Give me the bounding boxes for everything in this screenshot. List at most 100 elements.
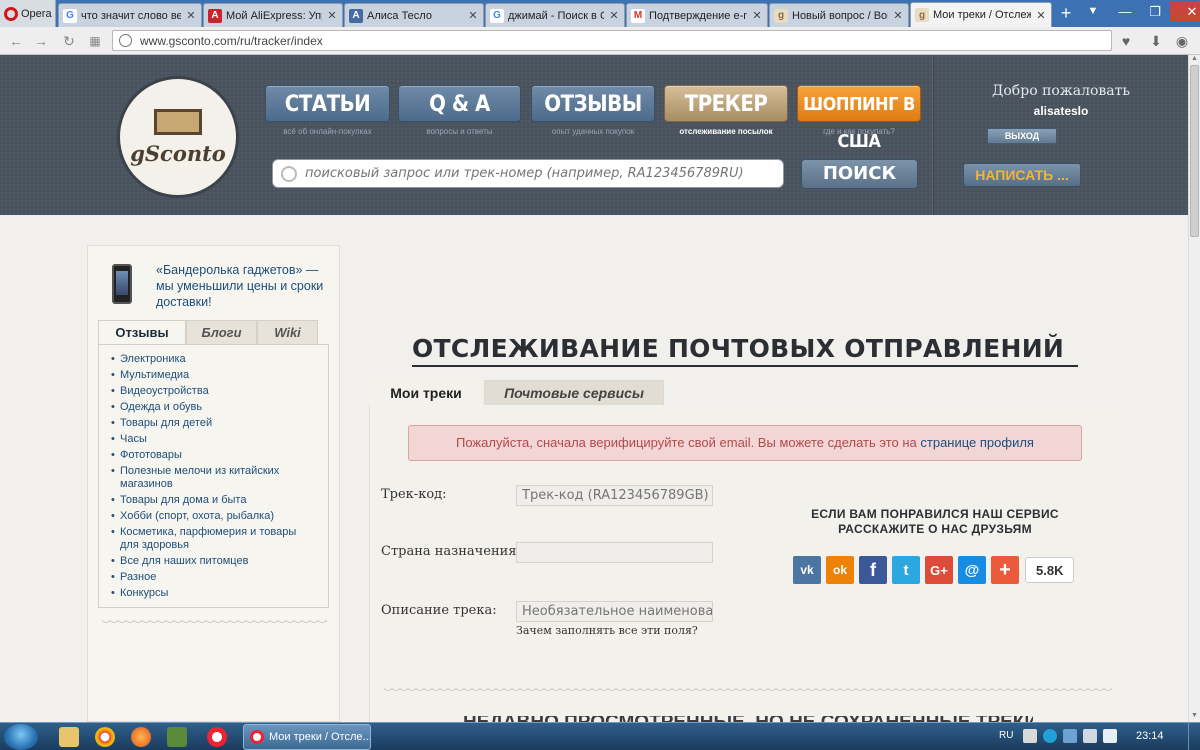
- language-indicator[interactable]: RU: [999, 730, 1013, 741]
- twitter-icon[interactable]: t: [892, 556, 920, 584]
- close-tab-icon[interactable]: ✕: [1035, 9, 1047, 22]
- close-tab-icon[interactable]: ✕: [185, 9, 197, 22]
- category-item[interactable]: Мультимедиа: [111, 369, 316, 382]
- category-item[interactable]: Хобби (спорт, охота, рыбалка): [111, 510, 316, 523]
- category-item[interactable]: Конкурсы: [111, 587, 316, 600]
- google-favicon-icon: G: [490, 8, 504, 23]
- vk-icon[interactable]: vk: [793, 556, 821, 584]
- moimir-icon[interactable]: @: [958, 556, 986, 584]
- show-desktop-button[interactable]: [1188, 723, 1200, 750]
- opera-taskbar-icon[interactable]: [207, 727, 227, 747]
- google-plus-icon[interactable]: G+: [925, 556, 953, 584]
- category-item[interactable]: Фототовары: [111, 449, 316, 462]
- browser-tab[interactable]: g Новый вопрос / Воп ✕: [769, 3, 909, 27]
- tab-blogs[interactable]: Блоги: [186, 320, 257, 344]
- track-description-input[interactable]: [516, 601, 713, 622]
- track-code-input[interactable]: [516, 485, 713, 506]
- tab-postal-services[interactable]: Почтовые сервисы: [484, 380, 664, 405]
- category-item[interactable]: Товары для дома и быта: [111, 494, 316, 507]
- gsconto-logo[interactable]: gSconto: [120, 79, 236, 195]
- destination-country-select[interactable]: [516, 542, 713, 563]
- close-tab-icon[interactable]: ✕: [751, 9, 763, 22]
- category-item[interactable]: Разное: [111, 571, 316, 584]
- category-item[interactable]: Косметика, парфюмерия и товары для здоро…: [111, 526, 316, 552]
- profile-page-link[interactable]: странице профиля: [920, 435, 1034, 450]
- skype-tray-icon[interactable]: [1043, 729, 1057, 743]
- tray-app-icon[interactable]: [1023, 729, 1037, 743]
- nav-tracker-subtitle: отслеживание посылок: [679, 127, 773, 136]
- destination-country-label: Страна назначения:: [381, 544, 521, 559]
- browser-tab-active[interactable]: g Мои треки / Отслеж ✕: [910, 2, 1052, 27]
- promo-link[interactable]: «Бандеролька гаджетов» — мы уменьшили це…: [156, 262, 336, 310]
- nav-qa-button[interactable]: Q & A: [398, 85, 521, 122]
- scroll-up-icon[interactable]: ▲: [1189, 55, 1200, 65]
- nav-articles-button[interactable]: СТАТЬИ: [265, 85, 390, 122]
- username[interactable]: alisateslo: [934, 104, 1188, 118]
- reload-icon[interactable]: ↻: [61, 33, 77, 49]
- opera-menu-button[interactable]: Opera: [0, 0, 56, 27]
- speed-dial-grid-icon[interactable]: ▦: [87, 33, 103, 49]
- nav-reviews-button[interactable]: ОТЗЫВЫ: [531, 85, 655, 122]
- site-search-input[interactable]: [305, 166, 775, 181]
- scroll-down-icon[interactable]: ▼: [1189, 712, 1200, 722]
- browser-tab[interactable]: A Алиса Тесло ✕: [344, 3, 484, 27]
- share-more-icon[interactable]: +: [991, 556, 1019, 584]
- close-tab-icon[interactable]: ✕: [326, 9, 338, 22]
- forward-arrow-icon[interactable]: →: [33, 33, 49, 49]
- category-item[interactable]: Видеоустройства: [111, 385, 316, 398]
- vk-favicon-icon: A: [349, 8, 363, 23]
- extensions-icon[interactable]: ◉: [1173, 32, 1191, 50]
- browser-tab[interactable]: G что значит слово вер ✕: [58, 3, 202, 27]
- scrollbar-thumb[interactable]: [1190, 65, 1199, 237]
- nav-tracker-button[interactable]: ТРЕКЕР: [664, 85, 788, 122]
- page-scrollbar[interactable]: ▲ ▼: [1188, 55, 1200, 722]
- nav-usa-shopping-button[interactable]: ШОППИНГ В США: [797, 85, 921, 152]
- category-item[interactable]: Все для наших питомцев: [111, 555, 316, 568]
- category-item[interactable]: Электроника: [111, 353, 316, 366]
- media-player-icon[interactable]: [167, 727, 187, 747]
- logout-button[interactable]: ВЫХОД: [987, 128, 1057, 144]
- search-button[interactable]: ПОИСК: [801, 159, 918, 189]
- close-tab-icon[interactable]: ✕: [892, 9, 904, 22]
- url-field[interactable]: www.gsconto.com/ru/tracker/index: [112, 30, 1112, 51]
- maximize-icon[interactable]: ❐: [1140, 2, 1170, 22]
- nav-reviews-subtitle: опыт удачных покупок: [551, 127, 635, 136]
- smartphone-icon[interactable]: [112, 264, 132, 304]
- firefox-icon[interactable]: [131, 727, 151, 747]
- track-code-label: Трек-код:: [381, 487, 447, 502]
- why-fill-fields-link[interactable]: Зачем заполнять все эти поля?: [516, 624, 698, 637]
- write-button[interactable]: НАПИСАТЬ ...: [963, 163, 1081, 187]
- opera-logo-icon: [4, 6, 18, 21]
- category-item[interactable]: Полезные мелочи из китайских магазинов: [111, 465, 316, 491]
- close-tab-icon[interactable]: ✕: [467, 9, 479, 22]
- browser-tab[interactable]: M Подтверждение e-m ✕: [626, 3, 768, 27]
- browser-tab[interactable]: A Мой AliExpress: Управ ✕: [203, 3, 343, 27]
- chrome-icon[interactable]: [95, 727, 115, 747]
- close-tab-icon[interactable]: ✕: [608, 9, 620, 22]
- odnoklassniki-icon[interactable]: ok: [826, 556, 854, 584]
- new-tab-icon[interactable]: +: [1057, 4, 1075, 22]
- tab-my-tracks[interactable]: Мои треки: [369, 380, 483, 405]
- taskbar-opera-window[interactable]: Мои треки / Отсле...: [243, 724, 371, 750]
- tab-reviews[interactable]: Отзывы: [98, 320, 186, 344]
- tray-flag-icon[interactable]: [1063, 729, 1077, 743]
- search-icon: [281, 165, 297, 182]
- category-item[interactable]: Одежда и обувь: [111, 401, 316, 414]
- back-arrow-icon[interactable]: ←: [8, 33, 24, 49]
- category-item[interactable]: Товары для детей: [111, 417, 316, 430]
- download-icon[interactable]: ⬇: [1147, 32, 1165, 50]
- browser-tab[interactable]: G джимай - Поиск в G ✕: [485, 3, 625, 27]
- close-window-icon[interactable]: ✕: [1170, 2, 1200, 22]
- clock[interactable]: 23:14: [1136, 730, 1164, 742]
- network-icon[interactable]: [1083, 729, 1097, 743]
- file-explorer-icon[interactable]: [59, 727, 79, 747]
- tab-wiki[interactable]: Wiki: [257, 320, 318, 344]
- category-item[interactable]: Часы: [111, 433, 316, 446]
- windows-start-icon[interactable]: [4, 724, 38, 750]
- bookmark-heart-icon[interactable]: ♥: [1117, 32, 1135, 50]
- minimize-icon[interactable]: —: [1110, 2, 1140, 22]
- tab-menu-chevron-icon[interactable]: ▼: [1084, 5, 1102, 21]
- volume-icon[interactable]: [1103, 729, 1117, 743]
- gsconto-favicon-icon: g: [915, 8, 929, 22]
- facebook-icon[interactable]: f: [859, 556, 887, 584]
